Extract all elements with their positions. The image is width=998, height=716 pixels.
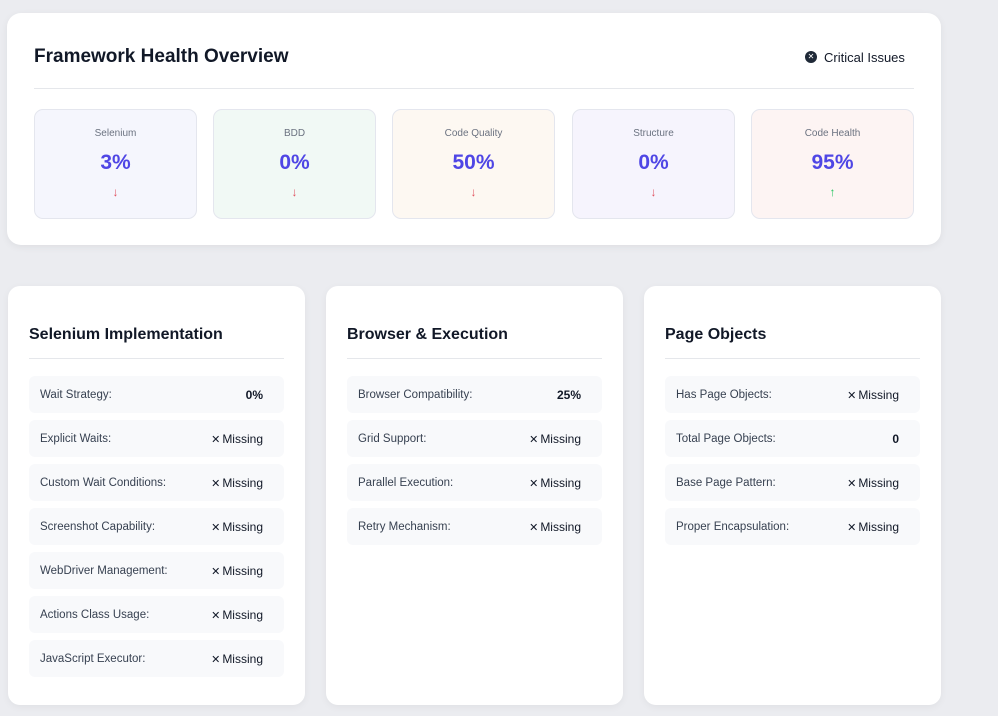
list-item: JavaScript Executor: Missing — [29, 640, 284, 677]
status-missing: Missing — [847, 388, 899, 402]
status-missing: Missing — [529, 432, 581, 446]
arrow-down-icon: ↓ — [650, 185, 657, 199]
divider — [34, 88, 914, 89]
list-item: Actions Class Usage: Missing — [29, 596, 284, 633]
metric-value: 0% — [279, 151, 310, 174]
panel-title: Page Objects — [665, 326, 767, 343]
metric-card-code-health: Code Health 95% ↑ — [751, 109, 914, 219]
status-missing: Missing — [211, 520, 263, 534]
metric-card-code-quality: Code Quality 50% ↓ — [392, 109, 555, 219]
panel-rows: Browser Compatibility: 25% Grid Support: Mi… — [347, 376, 602, 552]
status-missing: Missing — [847, 476, 899, 490]
metric-label: Structure — [633, 128, 674, 139]
row-label: Browser Compatibility: — [358, 388, 473, 401]
arrow-down-icon: ↓ — [112, 185, 119, 199]
row-label: WebDriver Management: — [40, 564, 168, 577]
metric-card-selenium: Selenium 3% ↓ — [34, 109, 197, 219]
panel-rows: Has Page Objects: Missing Total Page Objec… — [665, 376, 920, 552]
row-label: Total Page Objects: — [676, 432, 776, 445]
panel-selenium-implementation: Selenium Implementation Wait Strategy: 0%… — [8, 286, 305, 705]
metric-label: Selenium — [94, 128, 137, 139]
row-label: Parallel Execution: — [358, 476, 454, 489]
list-item: Grid Support: Missing — [347, 420, 602, 457]
list-item: WebDriver Management: Missing — [29, 552, 284, 589]
row-label: Screenshot Capability: — [40, 520, 156, 533]
arrow-down-icon: ↓ — [470, 185, 477, 199]
list-item: Custom Wait Conditions: Missing — [29, 464, 284, 501]
row-label: Grid Support: — [358, 432, 427, 445]
panel-title: Selenium Implementation — [29, 326, 223, 343]
panel-rows: Wait Strategy:0%Explicit Waits:MissingCu… — [29, 376, 284, 684]
row-label: Base Page Pattern: — [676, 476, 776, 489]
status-missing: Missing — [211, 476, 263, 490]
status-missing: Missing — [211, 564, 263, 578]
panel-page-objects: Page Objects Has Page Objects: Missing Tot… — [644, 286, 941, 705]
list-item: Screenshot Capability: Missing — [29, 508, 284, 545]
list-item: Parallel Execution: Missing — [347, 464, 602, 501]
metric-value: 3% — [100, 151, 131, 174]
row-value: 0% — [245, 387, 263, 402]
list-item: Total Page Objects: 0 — [665, 420, 920, 457]
list-item: Explicit Waits: Missing — [29, 420, 284, 457]
row-label: Wait Strategy: — [40, 388, 112, 401]
row-label: Actions Class Usage: — [40, 608, 150, 621]
metric-label: Code Quality — [444, 128, 503, 139]
list-item: Browser Compatibility: 25% — [347, 376, 602, 413]
panel-browser-execution: Browser & Execution Browser Compatibilit… — [326, 286, 623, 705]
divider — [347, 358, 602, 359]
status-missing: Missing — [211, 432, 263, 446]
row-label: Proper Encapsulation: — [676, 520, 790, 533]
status-missing: Missing — [529, 520, 581, 534]
row-label: Explicit Waits: — [40, 432, 112, 445]
close-circle-icon: ✕ — [805, 51, 817, 63]
metric-value: 50% — [452, 151, 495, 174]
row-label: Custom Wait Conditions: — [40, 476, 167, 489]
panel-title: Browser & Execution — [347, 326, 508, 343]
status-missing: Missing — [211, 652, 263, 666]
list-item: Retry Mechanism: Missing — [347, 508, 602, 545]
row-label: Retry Mechanism: — [358, 520, 451, 533]
row-label: Has Page Objects: — [676, 388, 772, 401]
row-value: 0 — [892, 431, 899, 446]
row-value: 25% — [556, 387, 581, 402]
framework-health-overview-card: Framework Health Overview ✕ Critical Iss… — [7, 13, 941, 245]
metric-value: 95% — [811, 151, 854, 174]
list-item: Has Page Objects: Missing — [665, 376, 920, 413]
list-item: Wait Strategy: 0% — [29, 376, 284, 413]
arrow-up-icon: ↑ — [829, 185, 836, 199]
metric-card-structure: Structure 0% ↓ — [572, 109, 735, 219]
arrow-down-icon: ↓ — [291, 185, 298, 199]
status-missing: Missing — [211, 608, 263, 622]
metric-label: BDD — [283, 128, 306, 139]
critical-issues-label: Critical Issues — [824, 49, 905, 65]
status-missing: Missing — [529, 476, 581, 490]
metric-label: Code Health — [804, 128, 861, 139]
divider — [665, 358, 920, 359]
list-item: Proper Encapsulation: Missing — [665, 508, 920, 545]
divider — [29, 358, 284, 359]
overview-title: Framework Health Overview — [34, 46, 289, 67]
list-item: Base Page Pattern: Missing — [665, 464, 920, 501]
row-label: JavaScript Executor: — [40, 652, 146, 665]
critical-issues-button[interactable]: ✕ Critical Issues — [805, 49, 905, 65]
status-missing: Missing — [847, 520, 899, 534]
metric-value: 0% — [638, 151, 669, 174]
metric-card-bdd: BDD 0% ↓ — [213, 109, 376, 219]
